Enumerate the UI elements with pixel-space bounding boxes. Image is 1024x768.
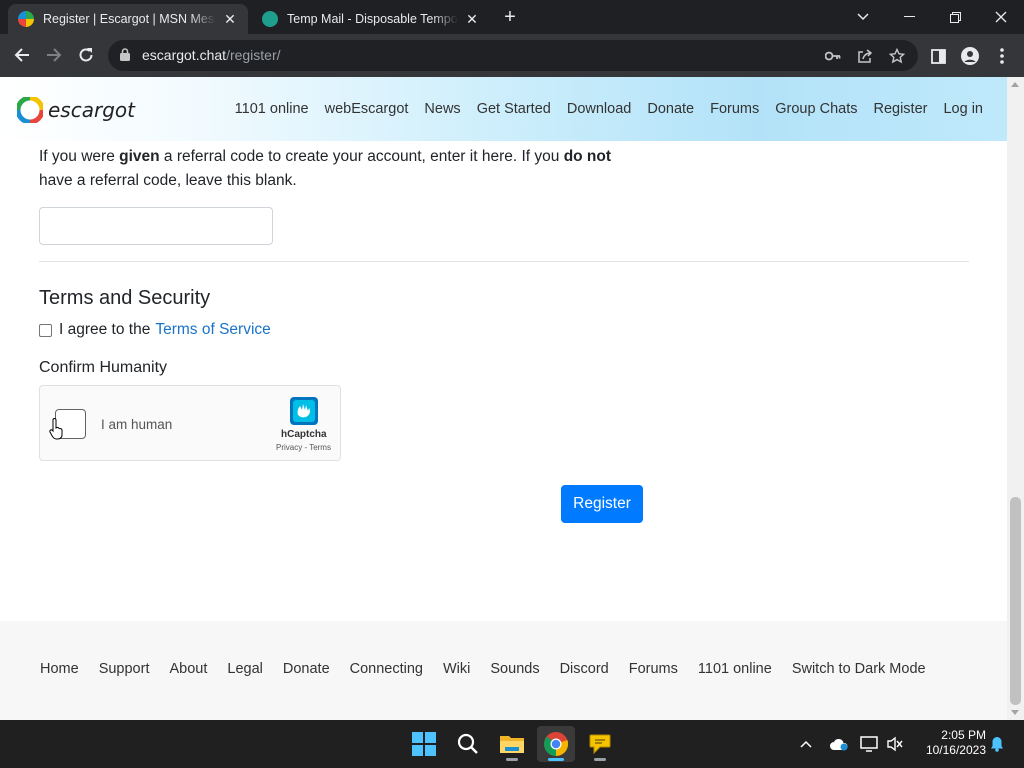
footer-link-sounds[interactable]: Sounds — [490, 661, 539, 677]
folder-icon — [500, 736, 524, 753]
captcha-brand: hCaptcha — [281, 429, 327, 440]
nav-download[interactable]: Download — [567, 101, 632, 117]
terms-checkbox[interactable] — [39, 323, 52, 337]
footer-link-wiki[interactable]: Wiki — [443, 661, 470, 677]
running-indicator — [594, 758, 606, 761]
footer-link-online-count[interactable]: 1101 online — [698, 661, 772, 677]
site-footer: Home Support About Legal Donate Connecti… — [0, 621, 1007, 720]
site-logo[interactable]: escargot — [17, 97, 135, 123]
start-button[interactable] — [405, 726, 443, 762]
nav-news[interactable]: News — [424, 101, 460, 117]
profile-avatar-icon[interactable] — [960, 46, 980, 66]
messenger-taskbar-button[interactable] — [581, 726, 619, 762]
search-icon — [457, 733, 478, 754]
tab-title: Register | Escargot | MSN Messe — [43, 12, 216, 26]
share-icon[interactable] — [856, 47, 874, 65]
section-divider — [39, 261, 969, 262]
tab-title: Temp Mail - Disposable Tempor — [287, 12, 458, 26]
nav-group-chats[interactable]: Group Chats — [775, 101, 857, 117]
running-indicator — [506, 758, 518, 761]
tab-search-chevron-icon[interactable] — [840, 0, 886, 34]
browser-toolbar: escargot.chat/register/ — [0, 34, 1024, 77]
footer-link-forums[interactable]: Forums — [629, 661, 678, 677]
nav-login[interactable]: Log in — [943, 101, 983, 117]
windows-taskbar: 2:05 PM 10/16/2023 — [0, 720, 1024, 768]
footer-nav: Home Support About Legal Donate Connecti… — [40, 661, 946, 677]
nav-get-started[interactable]: Get Started — [477, 101, 551, 117]
footer-link-donate[interactable]: Donate — [283, 661, 330, 677]
site-nav: 1101 online webEscargot News Get Started… — [219, 101, 983, 117]
footer-link-dark-mode[interactable]: Switch to Dark Mode — [792, 661, 926, 677]
chat-bubble-icon — [589, 734, 611, 755]
nav-webescargot[interactable]: webEscargot — [325, 101, 409, 117]
url-text: escargot.chat/register/ — [142, 47, 281, 63]
referral-code-input[interactable] — [39, 207, 273, 245]
escargot-logo-icon — [17, 97, 43, 123]
clock-time: 2:05 PM — [941, 728, 986, 742]
temp-mail-favicon-icon — [262, 11, 278, 27]
minimize-button[interactable] — [886, 0, 932, 34]
back-button[interactable] — [9, 42, 35, 68]
address-bar[interactable]: escargot.chat/register/ — [108, 40, 918, 71]
footer-link-connecting[interactable]: Connecting — [350, 661, 423, 677]
new-tab-button[interactable]: + — [499, 6, 521, 28]
nav-online-count[interactable]: 1101 online — [235, 101, 309, 117]
confirm-humanity-heading: Confirm Humanity — [39, 359, 168, 376]
onedrive-cloud-icon[interactable] — [828, 733, 850, 755]
tab-temp-mail[interactable]: Temp Mail - Disposable Tempor ✕ — [252, 4, 490, 34]
show-hidden-icons-chevron-icon[interactable] — [797, 733, 815, 755]
footer-link-about[interactable]: About — [169, 661, 207, 677]
scroll-down-arrow-icon[interactable] — [1011, 710, 1019, 715]
footer-link-home[interactable]: Home — [40, 661, 79, 677]
tab-strip: Register | Escargot | MSN Messe ✕ Temp M… — [0, 0, 1024, 34]
terms-agreement: I agree to the Terms of Service — [39, 321, 271, 339]
lock-icon[interactable] — [120, 48, 130, 66]
terms-of-service-link[interactable]: Terms of Service — [155, 321, 270, 339]
bookmark-star-icon[interactable] — [888, 47, 906, 65]
tab-register[interactable]: Register | Escargot | MSN Messe ✕ — [8, 4, 248, 34]
system-clock[interactable]: 2:05 PM 10/16/2023 — [912, 728, 986, 758]
restore-button[interactable] — [932, 0, 978, 34]
footer-link-discord[interactable]: Discord — [560, 661, 609, 677]
tab-close-icon[interactable]: ✕ — [464, 11, 480, 28]
side-panel-icon[interactable] — [928, 46, 948, 66]
reload-button[interactable] — [73, 42, 99, 68]
tab-close-icon[interactable]: ✕ — [222, 11, 238, 28]
browser-menu-icon[interactable] — [992, 46, 1012, 66]
search-button[interactable] — [449, 726, 487, 762]
hcaptcha-widget: I am human hCaptcha Privacy - Terms — [39, 385, 341, 461]
hcaptcha-logo-icon — [290, 397, 318, 425]
windows-logo-icon — [412, 732, 436, 756]
file-explorer-button[interactable] — [493, 726, 531, 762]
page-scrollbar[interactable] — [1007, 77, 1024, 720]
nav-donate[interactable]: Donate — [647, 101, 694, 117]
password-key-icon[interactable] — [824, 47, 842, 65]
scrollbar-thumb[interactable] — [1010, 497, 1021, 705]
clock-date: 10/16/2023 — [925, 743, 986, 757]
forward-button[interactable] — [41, 42, 67, 68]
site-header: escargot 1101 online webEscargot News Ge… — [0, 77, 1007, 141]
logo-text: escargot — [48, 98, 135, 122]
agree-label: I agree to the — [59, 321, 151, 338]
terms-heading: Terms and Security — [39, 287, 211, 309]
referral-instructions: If you were given a referral code to cre… — [39, 148, 612, 189]
register-form: If you were given a referral code to cre… — [0, 141, 1007, 621]
chrome-taskbar-button[interactable] — [537, 726, 575, 762]
scroll-up-arrow-icon[interactable] — [1011, 82, 1019, 87]
nav-forums[interactable]: Forums — [710, 101, 759, 117]
footer-link-legal[interactable]: Legal — [227, 661, 262, 677]
network-display-icon[interactable] — [858, 733, 880, 755]
nav-register[interactable]: Register — [873, 101, 927, 117]
chrome-icon — [544, 732, 569, 757]
captcha-label: I am human — [101, 417, 173, 432]
hand-cursor-icon — [49, 418, 63, 440]
register-button[interactable]: Register — [561, 485, 643, 523]
footer-link-support[interactable]: Support — [99, 661, 150, 677]
volume-muted-icon[interactable] — [884, 733, 906, 755]
notification-bell-icon[interactable] — [987, 733, 1007, 755]
escargot-favicon-icon — [18, 11, 34, 27]
captcha-privacy-terms-links[interactable]: Privacy - Terms — [276, 443, 331, 452]
active-indicator — [548, 758, 564, 761]
close-window-button[interactable] — [978, 0, 1024, 34]
